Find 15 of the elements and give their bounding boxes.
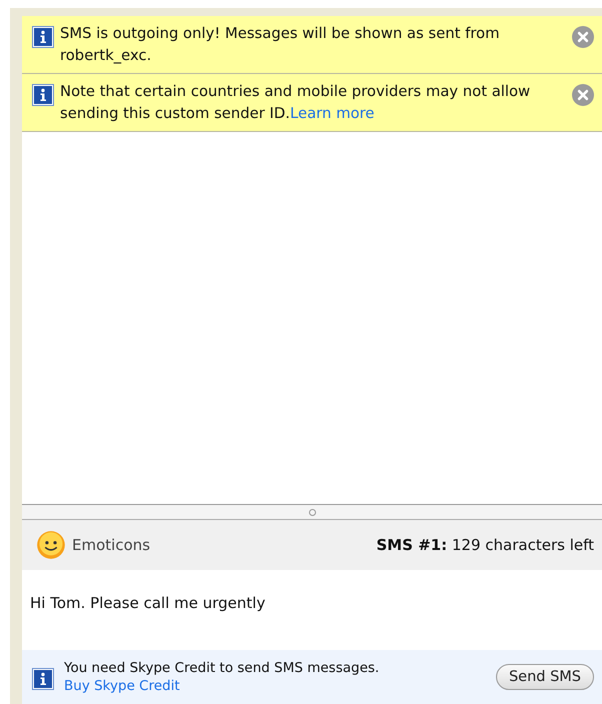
- info-icon: [32, 84, 54, 106]
- close-icon[interactable]: [572, 26, 594, 48]
- smiley-icon: [36, 530, 66, 560]
- message-input[interactable]: Hi Tom. Please call me urgently: [22, 570, 602, 650]
- notice-text: SMS is outgoing only! Messages will be shown as sent from robertk_exc.: [60, 24, 501, 66]
- send-sms-button[interactable]: Send SMS: [496, 664, 594, 690]
- character-counter: SMS #1: 129 characters left: [376, 536, 594, 554]
- info-icon: [32, 668, 54, 690]
- emoticons-button[interactable]: Emoticons: [36, 530, 150, 560]
- buy-credit-link[interactable]: Buy Skype Credit: [64, 677, 486, 695]
- info-icon: [32, 26, 54, 48]
- credit-message: You need Skype Credit to send SMS messages.: [64, 659, 380, 677]
- learn-more-link[interactable]: Learn more: [290, 105, 374, 122]
- notice-text: Note that certain countries and mobile providers may not allow sending this custom sender ID.Learn more: [60, 82, 532, 124]
- close-icon[interactable]: [572, 84, 594, 106]
